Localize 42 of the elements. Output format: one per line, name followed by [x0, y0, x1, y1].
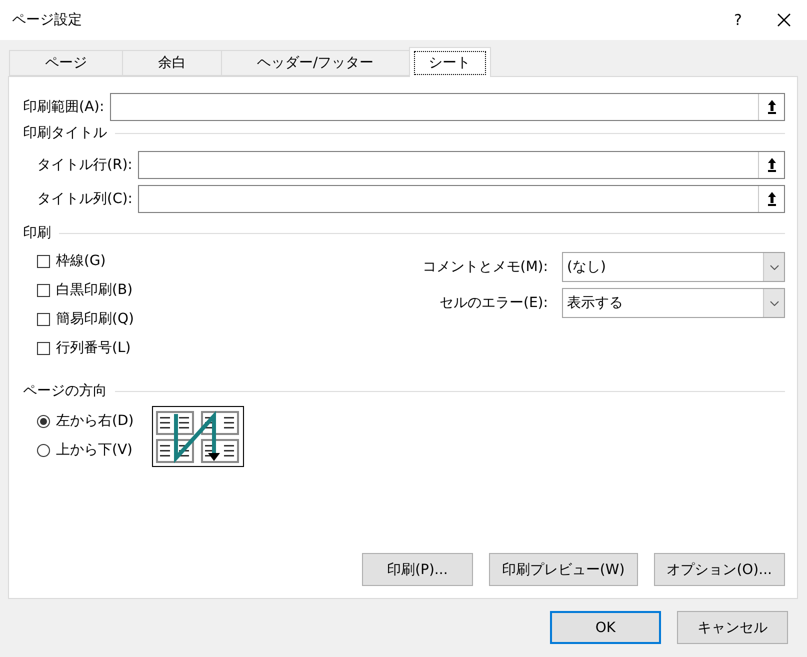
checkbox[interactable] [37, 312, 50, 326]
dialog-button[interactable]: キャンセル [677, 611, 788, 644]
help-button[interactable]: ? [715, 0, 761, 40]
section-heading: 印刷タイトル [23, 124, 107, 142]
input-field[interactable] [138, 151, 785, 179]
input-field[interactable] [110, 93, 785, 121]
collapse-arrow-icon [766, 99, 776, 115]
tab[interactable]: 余白 [122, 50, 222, 76]
panel-button[interactable]: 印刷(P)... [362, 553, 473, 586]
tab[interactable]: シート [408, 47, 491, 77]
dropdown-label: セルのエラー(E): [440, 294, 548, 312]
chevron-down-icon [770, 264, 778, 270]
dropdown[interactable]: 表示する [562, 288, 785, 318]
tab[interactable]: ヘッダー/フッター [221, 50, 410, 76]
radio-label: 左から右(D) [56, 412, 134, 430]
section-heading: 印刷 [23, 224, 51, 242]
dialog-button[interactable]: OK [550, 611, 661, 644]
checkbox-label: 白黒印刷(B) [56, 281, 133, 299]
window-title: ページ設定 [12, 11, 83, 29]
field-label: タイトル列(C): [37, 190, 132, 208]
radio-label: 上から下(V) [56, 441, 133, 459]
radio-button[interactable] [37, 414, 50, 428]
chevron-down-icon [770, 300, 778, 306]
input-field[interactable] [138, 185, 785, 213]
checkbox-label: 簡易印刷(Q) [56, 310, 134, 328]
checkbox[interactable] [37, 342, 50, 354]
collapse-arrow-icon [766, 157, 776, 173]
panel-button[interactable]: オプション(O)... [654, 553, 785, 586]
checkbox-label: 枠線(G) [56, 252, 106, 270]
checkbox-label: 行列番号(L) [56, 339, 131, 357]
tab[interactable]: ページ [9, 50, 123, 76]
close-icon [777, 13, 791, 27]
collapse-arrow-icon [766, 191, 776, 207]
panel-button[interactable]: 印刷プレビュー(W) [488, 553, 638, 586]
field-label: タイトル行(R): [37, 156, 132, 174]
dropdown[interactable]: (なし) [562, 252, 785, 282]
dropdown-label: コメントとメモ(M): [422, 258, 548, 276]
checkbox[interactable] [37, 284, 50, 296]
checkbox[interactable] [37, 254, 50, 268]
field-label: 印刷範囲(A): [23, 98, 104, 116]
radio-button[interactable] [37, 444, 50, 456]
section-heading: ページの方向 [23, 382, 107, 400]
